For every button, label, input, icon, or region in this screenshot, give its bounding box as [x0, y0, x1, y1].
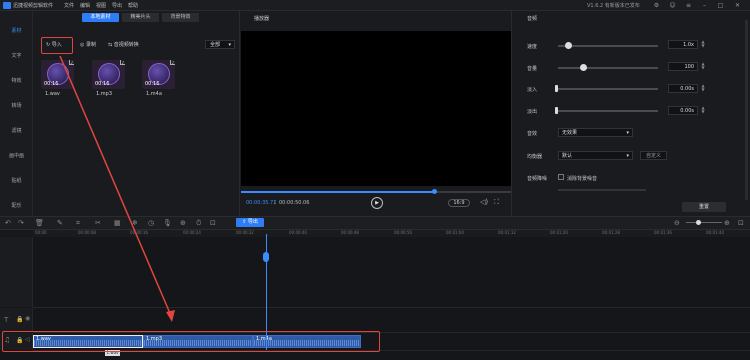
annotation-arrow	[59, 55, 175, 322]
